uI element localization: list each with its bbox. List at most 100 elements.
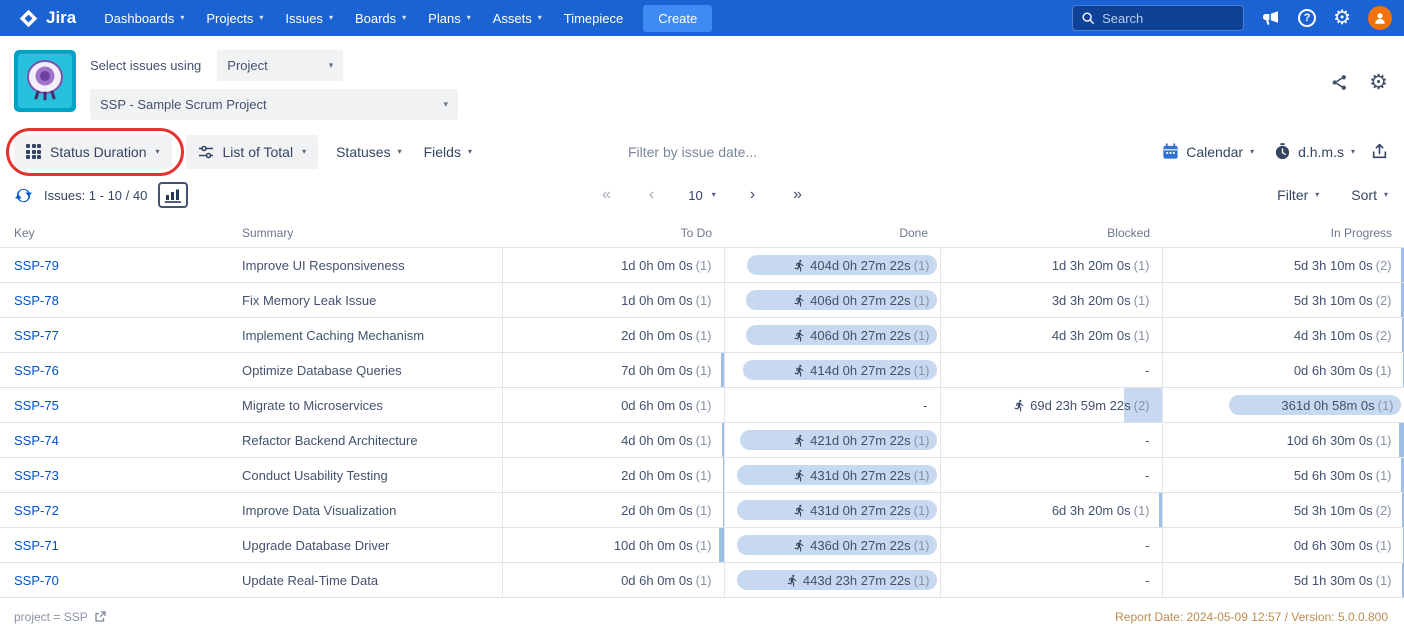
duration-cell-in-progress: 4d 3h 10m 0s(2) xyxy=(1162,318,1404,353)
runner-icon xyxy=(793,294,806,307)
duration-count: (1) xyxy=(914,433,930,448)
issue-date-filter-input[interactable] xyxy=(628,144,838,160)
issue-key-link[interactable]: SSP-78 xyxy=(14,293,59,308)
issue-key-link[interactable]: SSP-77 xyxy=(14,328,59,343)
column-header-summary: Summary xyxy=(230,219,502,248)
issue-key-link[interactable]: SSP-73 xyxy=(14,468,59,483)
duration-text: 10d 0h 0m 0s(1) xyxy=(614,538,712,553)
report-footer: project = SSP Report Date: 2024-05-09 12… xyxy=(0,598,1404,624)
time-format-button[interactable]: d.h.m.s ▾ xyxy=(1270,134,1359,169)
issue-key-link[interactable]: SSP-74 xyxy=(14,433,59,448)
next-page-button[interactable]: › xyxy=(746,184,759,206)
nav-item-label: Dashboards xyxy=(104,11,174,26)
brand-label: Jira xyxy=(46,8,76,28)
nav-item-dashboards[interactable]: Dashboards▾ xyxy=(94,5,194,32)
announcements-icon[interactable] xyxy=(1261,8,1281,28)
issue-key-link[interactable]: SSP-71 xyxy=(14,538,59,553)
duration-cell-to-do: 0d 6h 0m 0s(1) xyxy=(502,388,724,423)
issue-key-link[interactable]: SSP-75 xyxy=(14,398,59,413)
search-input[interactable] xyxy=(1102,11,1235,26)
duration-count: (1) xyxy=(914,293,930,308)
issue-source-section: Select issues using Project ▾ SSP - Samp… xyxy=(0,36,1404,120)
external-link-icon xyxy=(94,611,106,623)
list-mode-label: List of Total xyxy=(223,144,294,160)
issue-key-link[interactable]: SSP-76 xyxy=(14,363,59,378)
duration-value: 3d 3h 20m 0s xyxy=(1052,293,1131,308)
sort-button[interactable]: Sort ▾ xyxy=(1349,183,1390,207)
duration-cell-to-do: 0d 6h 0m 0s(1) xyxy=(502,563,724,598)
report-meta: Report Date: 2024-05-09 12:57 / Version:… xyxy=(1115,610,1388,624)
duration-text: - xyxy=(1145,433,1149,448)
export-button[interactable] xyxy=(1371,143,1388,160)
duration-value: 7d 0h 0m 0s xyxy=(621,363,693,378)
duration-cell-to-do: 7d 0h 0m 0s(1) xyxy=(502,353,724,388)
issue-key-link[interactable]: SSP-79 xyxy=(14,258,59,273)
prev-page-button[interactable]: ‹ xyxy=(645,184,658,206)
jira-brand[interactable]: Jira xyxy=(18,8,76,29)
column-header-blocked: Blocked xyxy=(940,219,1162,248)
duration-value: 431d 0h 27m 22s xyxy=(810,503,910,518)
settings-icon[interactable]: ⚙ xyxy=(1333,8,1351,28)
refresh-button[interactable] xyxy=(14,186,33,205)
select-issues-label: Select issues using xyxy=(90,58,201,73)
user-avatar[interactable] xyxy=(1368,6,1392,30)
duration-bar xyxy=(1401,283,1404,317)
nav-item-plans[interactable]: Plans▾ xyxy=(418,5,481,32)
fields-button[interactable]: Fields ▾ xyxy=(420,135,476,169)
calendar-button[interactable]: Calendar ▾ xyxy=(1158,134,1258,169)
issue-summary-cell: Improve UI Responsiveness xyxy=(230,248,502,283)
gear-icon: ⚙ xyxy=(1369,72,1388,93)
calendar-label: Calendar xyxy=(1186,144,1243,160)
duration-value: - xyxy=(1145,538,1149,553)
runner-icon xyxy=(793,504,806,517)
list-mode-button[interactable]: List of Total ▾ xyxy=(186,135,319,169)
nav-item-timepiece[interactable]: Timepiece xyxy=(554,5,633,32)
duration-bar xyxy=(1403,528,1404,562)
duration-count: (1) xyxy=(914,503,930,518)
issue-source-mode-select[interactable]: Project ▾ xyxy=(217,50,343,81)
nav-item-assets[interactable]: Assets▾ xyxy=(483,5,552,32)
jql-query[interactable]: project = SSP xyxy=(14,610,106,624)
help-icon[interactable]: ? xyxy=(1298,9,1316,27)
duration-text: 7d 0h 0m 0s(1) xyxy=(621,363,711,378)
report-settings-button[interactable]: ⚙ xyxy=(1369,72,1388,93)
last-page-button[interactable]: » xyxy=(789,184,806,206)
issue-key-link[interactable]: SSP-72 xyxy=(14,503,59,518)
duration-value: 69d 23h 59m 22s xyxy=(1030,398,1130,413)
issue-summary-cell: Improve Data Visualization xyxy=(230,493,502,528)
duration-text: 3d 3h 20m 0s(1) xyxy=(1052,293,1150,308)
table-row: SSP-71Upgrade Database Driver10d 0h 0m 0… xyxy=(0,528,1404,563)
duration-value: 436d 0h 27m 22s xyxy=(810,538,910,553)
report-type-button[interactable]: Status Duration ▾ xyxy=(14,135,172,169)
share-button[interactable] xyxy=(1330,73,1349,92)
duration-bar xyxy=(719,528,724,562)
nav-item-projects[interactable]: Projects▾ xyxy=(196,5,273,32)
project-select[interactable]: SSP - Sample Scrum Project ▾ xyxy=(90,89,458,120)
duration-cell-blocked: - xyxy=(940,353,1162,388)
global-search[interactable] xyxy=(1072,5,1244,31)
create-button[interactable]: Create xyxy=(643,5,712,32)
page-size-select[interactable]: 10 ▾ xyxy=(688,188,715,203)
duration-pill: 361d 0h 58m 0s(1) xyxy=(1229,395,1401,415)
duration-count: (1) xyxy=(1134,258,1150,273)
runner-icon xyxy=(1013,399,1026,412)
duration-text: 1d 0h 0m 0s(1) xyxy=(621,293,711,308)
table-row: SSP-78Fix Memory Leak Issue1d 0h 0m 0s(1… xyxy=(0,283,1404,318)
statuses-button[interactable]: Statuses ▾ xyxy=(332,135,406,169)
duration-count: (2) xyxy=(1376,293,1392,308)
duration-count: (2) xyxy=(1376,503,1392,518)
duration-count: (1) xyxy=(696,433,712,448)
duration-count: (1) xyxy=(696,258,712,273)
first-page-button[interactable]: « xyxy=(598,184,615,206)
duration-count: (2) xyxy=(1134,398,1150,413)
nav-item-boards[interactable]: Boards▾ xyxy=(345,5,416,32)
issue-key-link[interactable]: SSP-70 xyxy=(14,573,59,588)
nav-item-issues[interactable]: Issues▾ xyxy=(275,5,343,32)
duration-text: 0d 6h 0m 0s(1) xyxy=(621,573,711,588)
duration-bar xyxy=(1401,458,1404,492)
chart-view-toggle[interactable] xyxy=(158,182,188,208)
duration-count: (1) xyxy=(1134,293,1150,308)
filter-button[interactable]: Filter ▾ xyxy=(1275,183,1321,207)
chevron-down-icon: ▾ xyxy=(156,148,160,156)
runner-icon xyxy=(793,329,806,342)
